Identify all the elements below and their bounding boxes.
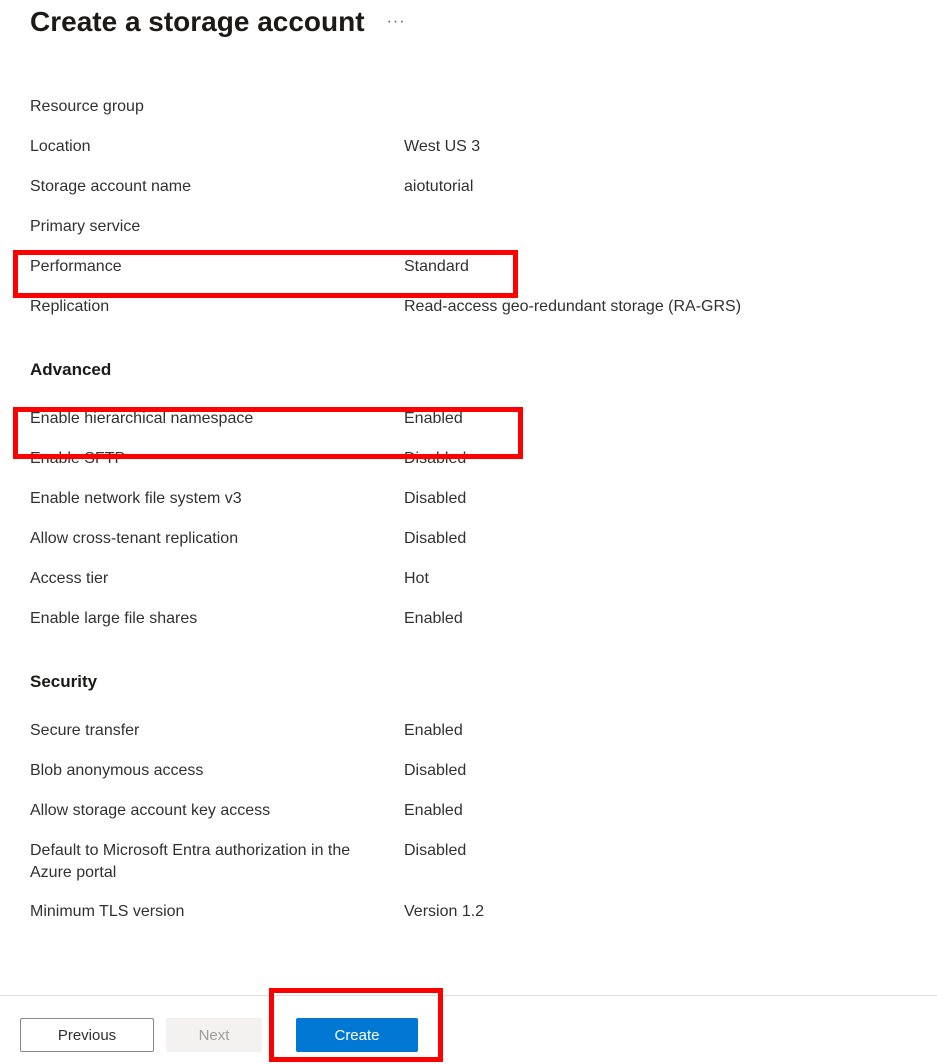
row-cross-tenant: Allow cross-tenant replication Disabled [30, 520, 907, 560]
value-key-access: Enabled [404, 800, 463, 822]
label-key-access: Allow storage account key access [30, 800, 404, 822]
row-enable-nfs: Enable network file system v3 Disabled [30, 480, 907, 520]
label-entra-auth: Default to Microsoft Entra authorization… [30, 840, 404, 885]
review-content: Resource group Location West US 3 Storag… [0, 38, 937, 933]
row-storage-account-name: Storage account name aiotutorial [30, 168, 907, 208]
row-enable-hns: Enable hierarchical namespace Enabled [30, 400, 907, 440]
label-primary-service: Primary service [30, 216, 404, 238]
next-button: Next [166, 1018, 262, 1052]
value-location: West US 3 [404, 136, 480, 158]
value-replication: Read-access geo-redundant storage (RA-GR… [404, 296, 741, 318]
label-enable-sftp: Enable SFTP [30, 448, 404, 470]
create-button[interactable]: Create [296, 1018, 418, 1052]
label-enable-hns: Enable hierarchical namespace [30, 408, 404, 430]
value-secure-transfer: Enabled [404, 720, 463, 742]
value-storage-account-name: aiotutorial [404, 176, 473, 198]
value-min-tls: Version 1.2 [404, 901, 484, 923]
value-blob-anon: Disabled [404, 760, 466, 782]
row-primary-service: Primary service [30, 208, 907, 248]
more-icon[interactable]: ··· [387, 13, 406, 31]
label-storage-account-name: Storage account name [30, 176, 404, 198]
label-enable-nfs: Enable network file system v3 [30, 488, 404, 510]
value-enable-hns: Enabled [404, 408, 463, 430]
row-performance: Performance Standard [30, 248, 907, 288]
label-large-file-shares: Enable large file shares [30, 608, 404, 630]
section-title-security: Security [30, 672, 907, 692]
label-access-tier: Access tier [30, 568, 404, 590]
label-performance: Performance [30, 256, 404, 278]
label-replication: Replication [30, 296, 404, 318]
row-key-access: Allow storage account key access Enabled [30, 792, 907, 832]
value-entra-auth: Disabled [404, 840, 466, 862]
row-location: Location West US 3 [30, 128, 907, 168]
value-enable-sftp: Disabled [404, 448, 466, 470]
row-replication: Replication Read-access geo-redundant st… [30, 288, 907, 328]
row-blob-anon: Blob anonymous access Disabled [30, 752, 907, 792]
row-enable-sftp: Enable SFTP Disabled [30, 440, 907, 480]
value-large-file-shares: Enabled [404, 608, 463, 630]
row-access-tier: Access tier Hot [30, 560, 907, 600]
label-blob-anon: Blob anonymous access [30, 760, 404, 782]
label-cross-tenant: Allow cross-tenant replication [30, 528, 404, 550]
value-enable-nfs: Disabled [404, 488, 466, 510]
wizard-footer: Previous Next Create [0, 995, 937, 1052]
value-cross-tenant: Disabled [404, 528, 466, 550]
row-entra-auth: Default to Microsoft Entra authorization… [30, 832, 907, 893]
label-secure-transfer: Secure transfer [30, 720, 404, 742]
value-access-tier: Hot [404, 568, 429, 590]
page-title: Create a storage account [30, 6, 365, 38]
label-location: Location [30, 136, 404, 158]
page-header: Create a storage account ··· [0, 0, 937, 38]
row-resource-group: Resource group [30, 88, 907, 128]
section-title-advanced: Advanced [30, 360, 907, 380]
label-resource-group: Resource group [30, 96, 404, 118]
row-large-file-shares: Enable large file shares Enabled [30, 600, 907, 640]
row-secure-transfer: Secure transfer Enabled [30, 712, 907, 752]
previous-button[interactable]: Previous [20, 1018, 154, 1052]
label-min-tls: Minimum TLS version [30, 901, 404, 923]
row-min-tls: Minimum TLS version Version 1.2 [30, 893, 907, 933]
value-performance: Standard [404, 256, 469, 278]
